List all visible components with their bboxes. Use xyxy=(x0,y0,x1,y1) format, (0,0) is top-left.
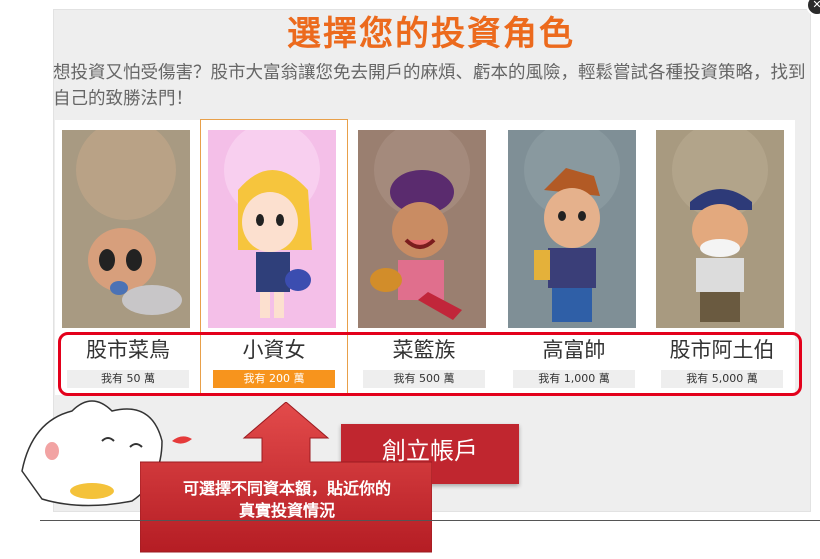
callout-line-2: 真實投資情況 xyxy=(238,501,335,520)
callout-line-1: 可選擇不同資本額，貼近你的 xyxy=(182,479,391,498)
role-portrait-old-investor xyxy=(656,130,784,328)
role-portrait-rich-guy xyxy=(508,130,636,328)
dialog-title: 選擇您的投資角色 xyxy=(287,14,575,54)
callout-text: 可選擇不同資本額，貼近你的 真實投資情況 xyxy=(142,478,432,522)
role-portrait-rookie xyxy=(62,130,190,328)
role-portrait-shopper xyxy=(358,130,486,328)
divider xyxy=(40,520,820,521)
role-portrait-office-lady xyxy=(208,130,336,328)
dialog-description: 想投資又怕受傷害？股市大富翁讓您免去開戶的麻煩、虧本的風險，輕鬆嘗試各種投資策略… xyxy=(53,63,806,109)
create-account-button[interactable]: 創立帳戶 xyxy=(341,424,519,484)
